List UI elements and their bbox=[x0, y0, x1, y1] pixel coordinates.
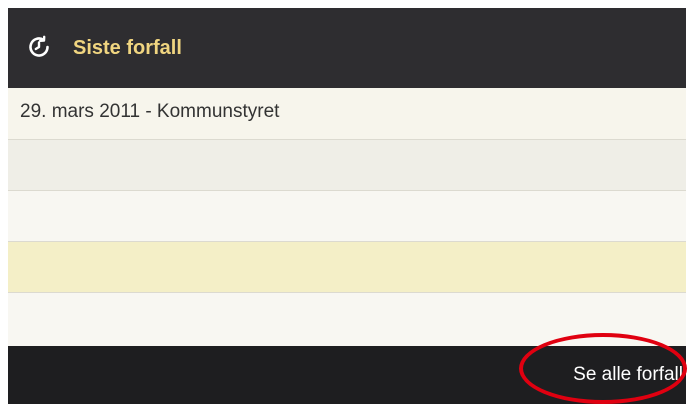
deadline-list: 29. mars 2011 - Kommunstyret bbox=[8, 88, 686, 347]
widget-footer: Se alle forfall bbox=[8, 346, 686, 404]
clock-refresh-icon bbox=[27, 35, 51, 59]
see-all-deadlines-link[interactable]: Se alle forfall bbox=[573, 363, 683, 387]
list-item bbox=[8, 140, 686, 191]
list-item-label[interactable]: 29. mars 2011 - Kommunstyret bbox=[20, 100, 279, 124]
list-item bbox=[8, 293, 686, 347]
widget-title: Siste forfall bbox=[73, 37, 182, 59]
widget-header: Siste forfall bbox=[8, 8, 686, 88]
recent-deadlines-widget: Siste forfall 29. mars 2011 - Kommunstyr… bbox=[8, 8, 686, 404]
list-item[interactable]: 29. mars 2011 - Kommunstyret bbox=[8, 88, 686, 140]
list-item bbox=[8, 242, 686, 293]
list-item bbox=[8, 191, 686, 242]
